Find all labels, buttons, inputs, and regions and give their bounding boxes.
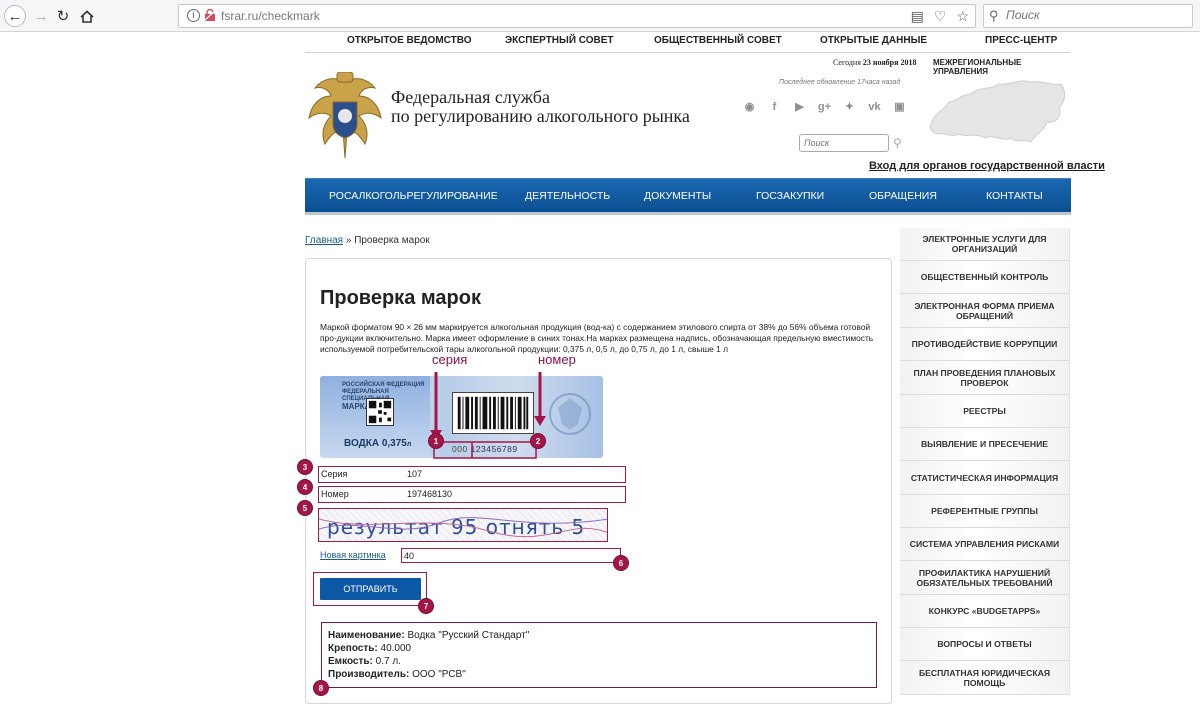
forward-icon[interactable]: → bbox=[30, 5, 52, 27]
home-icon[interactable] bbox=[76, 5, 98, 27]
google-plus-icon[interactable]: g+ bbox=[816, 99, 833, 114]
search-icon: ⚲ bbox=[989, 8, 999, 23]
sidebar-item-detection[interactable]: ВЫЯВЛЕНИЕ И ПРЕСЕЧЕНИЕ bbox=[900, 428, 1070, 461]
browser-search-box[interactable]: ⚲ bbox=[983, 4, 1193, 28]
instagram-icon[interactable]: ▣ bbox=[891, 99, 908, 114]
annotation-badge: 8 bbox=[313, 680, 329, 696]
pocket-icon[interactable]: ♡ bbox=[934, 8, 947, 25]
site-search-input[interactable] bbox=[799, 134, 889, 152]
series-field[interactable]: Серия 107 bbox=[318, 466, 626, 483]
annotation-badge: 4 bbox=[297, 479, 313, 495]
nav-procurement[interactable]: ГОСЗАКУПКИ bbox=[756, 190, 824, 202]
sidebar-item-legal-aid[interactable]: БЕСПЛАТНАЯ ЮРИДИЧЕСКАЯ ПОМОЩЬ bbox=[900, 661, 1070, 695]
result-producer: Производитель: ООО "РСВ" bbox=[328, 669, 466, 680]
site-search-icon[interactable]: ⚲ bbox=[893, 136, 902, 150]
captcha-noise bbox=[319, 517, 607, 538]
result-name: Наименование: Водка "Русский Стандарт" bbox=[328, 630, 530, 641]
page-description: Маркой форматом 90 × 26 мм маркируется а… bbox=[320, 322, 874, 354]
topmenu-press-center[interactable]: ПРЕСС-ЦЕНТР bbox=[985, 35, 1057, 46]
annotation-badge: 1 bbox=[428, 433, 444, 449]
gov-login-link[interactable]: Вход для органов государственной власти bbox=[869, 160, 1105, 172]
russia-map-image[interactable] bbox=[927, 72, 1069, 154]
nav-rosalkogol[interactable]: РОСАЛКОГОЛЬРЕГУЛИРОВАНИЕ bbox=[329, 190, 498, 202]
stamp-series-caption: серия bbox=[432, 352, 468, 367]
reader-view-icon[interactable]: ▤ bbox=[911, 8, 924, 25]
nav-contacts[interactable]: КОНТАКТЫ bbox=[986, 190, 1043, 202]
reload-icon[interactable]: ↻ bbox=[52, 5, 74, 27]
breadcrumb-current: Проверка марок bbox=[354, 235, 430, 246]
russian-emblem-logo[interactable] bbox=[305, 72, 385, 160]
nav-appeals[interactable]: ОБРАЩЕНИЯ bbox=[869, 190, 937, 202]
page-title: Проверка марок bbox=[320, 287, 481, 309]
facebook-icon[interactable]: f bbox=[766, 99, 783, 114]
number-value[interactable]: 197468130 bbox=[407, 489, 452, 499]
back-icon[interactable]: ← bbox=[4, 5, 26, 27]
sidebar-item-e-appeals[interactable]: ЭЛЕКТРОННАЯ ФОРМА ПРИЕМА ОБРАЩЕНИЙ bbox=[900, 294, 1070, 328]
annotation-badge: 2 bbox=[530, 433, 546, 449]
sidebar-item-statistics[interactable]: СТАТИСТИЧЕСКАЯ ИНФОРМАЦИЯ bbox=[900, 461, 1070, 495]
main-nav-shadow bbox=[305, 212, 1071, 215]
series-value[interactable]: 107 bbox=[407, 469, 422, 479]
vk-icon[interactable]: vk bbox=[866, 99, 883, 114]
sidebar-item-anti-corruption[interactable]: ПРОТИВОДЕЙСТВИЕ КОРРУПЦИИ bbox=[900, 328, 1070, 361]
sidebar-item-reference-groups[interactable]: РЕФЕРЕНТНЫЕ ГРУППЫ bbox=[900, 495, 1070, 528]
bookmark-star-icon[interactable]: ☆ bbox=[956, 8, 969, 25]
youtube-icon[interactable]: ▶ bbox=[791, 99, 808, 114]
current-date: Сегодня 23 ноября 2018 bbox=[833, 58, 917, 67]
topmenu-open-agency[interactable]: ОТКРЫТОЕ ВЕДОМСТВО bbox=[347, 35, 472, 46]
site-header: Федеральная служба по регулированию алко… bbox=[305, 52, 1105, 176]
twitter-icon[interactable]: ✦ bbox=[841, 99, 858, 114]
nav-activity[interactable]: ДЕЯТЕЛЬНОСТЬ bbox=[525, 190, 610, 202]
sidebar-item-inspections-plan[interactable]: ПЛАН ПРОВЕДЕНИЯ ПЛАНОВЫХ ПРОВЕРОК bbox=[900, 361, 1070, 395]
annotation-badge: 7 bbox=[418, 598, 434, 614]
address-bar[interactable]: i fsrar.ru/checkmark ▤ ♡ ☆ bbox=[178, 4, 976, 28]
sidebar-item-faq[interactable]: ВОПРОСЫ И ОТВЕТЫ bbox=[900, 628, 1070, 661]
social-links: ◉ f ▶ g+ ✦ vk ▣ bbox=[741, 99, 908, 114]
check-result: Наименование: Водка "Русский Стандарт" К… bbox=[321, 622, 877, 688]
sidebar-item-registries[interactable]: РЕЕСТРЫ bbox=[900, 395, 1070, 428]
stamp-qr-code-icon bbox=[366, 398, 394, 426]
sidebar-item-violation-prevention[interactable]: ПРОФИЛАКТИКА НАРУШЕНИЙ ОБЯЗАТЕЛЬНЫХ ТРЕБ… bbox=[900, 561, 1070, 595]
sidebar-item-e-services[interactable]: ЭЛЕКТРОННЫЕ УСЛУГИ ДЛЯ ОРГАНИЗАЦИЙ bbox=[900, 228, 1070, 261]
stamp-product-label: ВОДКА 0,375л bbox=[344, 438, 412, 449]
submit-button[interactable]: ОТПРАВИТЬ bbox=[320, 578, 421, 600]
series-label: Серия bbox=[321, 469, 348, 479]
sidebar-item-risk-management[interactable]: СИСТЕМА УПРАВЛЕНИЯ РИСКАМИ bbox=[900, 528, 1070, 561]
stamp-number-caption: номер bbox=[538, 352, 576, 367]
number-label: Номер bbox=[321, 489, 349, 499]
breadcrumb: Главная » Проверка марок bbox=[305, 235, 430, 246]
nav-documents[interactable]: ДОКУМЕНТЫ bbox=[644, 190, 711, 202]
result-volume: Емкость: 0.7 л. bbox=[328, 656, 401, 667]
annotation-badge: 5 bbox=[297, 500, 313, 516]
topmenu-open-data[interactable]: ОТКРЫТЫЕ ДАННЫЕ bbox=[820, 35, 927, 46]
breadcrumb-home[interactable]: Главная bbox=[305, 235, 343, 246]
top-menu: ОТКРЫТОЕ ВЕДОМСТВО ЭКСПЕРТНЫЙ СОВЕТ ОБЩЕ… bbox=[305, 35, 1070, 53]
browser-toolbar: ← → ↻ i fsrar.ru/checkmark ▤ ♡ ☆ ⚲ bbox=[0, 0, 1200, 32]
url-text: fsrar.ru/checkmark bbox=[221, 9, 320, 23]
main-nav: РОСАЛКОГОЛЬРЕГУЛИРОВАНИЕ ДЕЯТЕЛЬНОСТЬ ДО… bbox=[305, 178, 1071, 212]
captcha-image: результат 95 отнять 5 ... bbox=[318, 508, 608, 542]
sidebar-item-public-control[interactable]: ОБЩЕСТВЕННЫЙ КОНТРОЛЬ bbox=[900, 261, 1070, 294]
last-update-text: Последнее обновление 17часа назад bbox=[779, 79, 901, 86]
new-captcha-link[interactable]: Новая картинка bbox=[320, 550, 386, 560]
number-field[interactable]: Номер 197468130 bbox=[318, 486, 626, 503]
insecure-lock-icon[interactable] bbox=[204, 9, 216, 22]
site-title[interactable]: Федеральная служба по регулированию алко… bbox=[391, 88, 690, 126]
topmenu-public-council[interactable]: ОБЩЕСТВЕННЫЙ СОВЕТ bbox=[654, 35, 782, 46]
sidebar-item-budgetapps[interactable]: КОНКУРС «BUDGETAPPS» bbox=[900, 595, 1070, 628]
result-strength: Крепость: 40.000 bbox=[328, 643, 412, 654]
annotation-badge: 3 bbox=[297, 459, 313, 475]
info-icon[interactable]: i bbox=[187, 9, 200, 22]
browser-search-input[interactable] bbox=[1006, 8, 1186, 22]
topmenu-expert-council[interactable]: ЭКСПЕРТНЫЙ СОВЕТ bbox=[505, 35, 614, 46]
annotation-badge: 6 bbox=[613, 555, 629, 571]
visually-impaired-eye-icon[interactable]: ◉ bbox=[741, 99, 758, 114]
captcha-answer-input[interactable] bbox=[401, 548, 621, 563]
